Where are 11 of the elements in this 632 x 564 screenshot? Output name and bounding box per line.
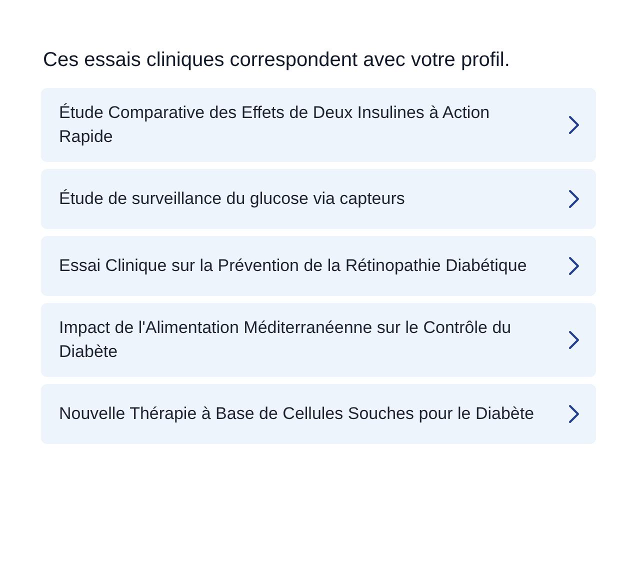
chevron-right-icon [568, 115, 580, 135]
trial-card[interactable]: Essai Clinique sur la Prévention de la Rétinopathie Diabétique [41, 236, 596, 296]
trial-card[interactable]: Impact de l'Alimentation Méditerranéenne sur le Contrôle du Diabète [41, 303, 596, 377]
chevron-right-icon [568, 189, 580, 209]
chevron-right-icon [568, 404, 580, 424]
heading: Ces essais cliniques correspondent avec votre profil. [43, 48, 511, 73]
chevron-right-icon [568, 256, 580, 276]
trial-card[interactable]: Nouvelle Thérapie à Base de Cellules Souches pour le Diabète [41, 384, 596, 444]
trial-card[interactable]: Étude Comparative des Effets de Deux Insulines à Action Rapide [41, 88, 596, 162]
chevron-right-icon [568, 330, 580, 350]
trial-card[interactable]: Étude de surveillance du glucose via capteurs [41, 169, 596, 229]
